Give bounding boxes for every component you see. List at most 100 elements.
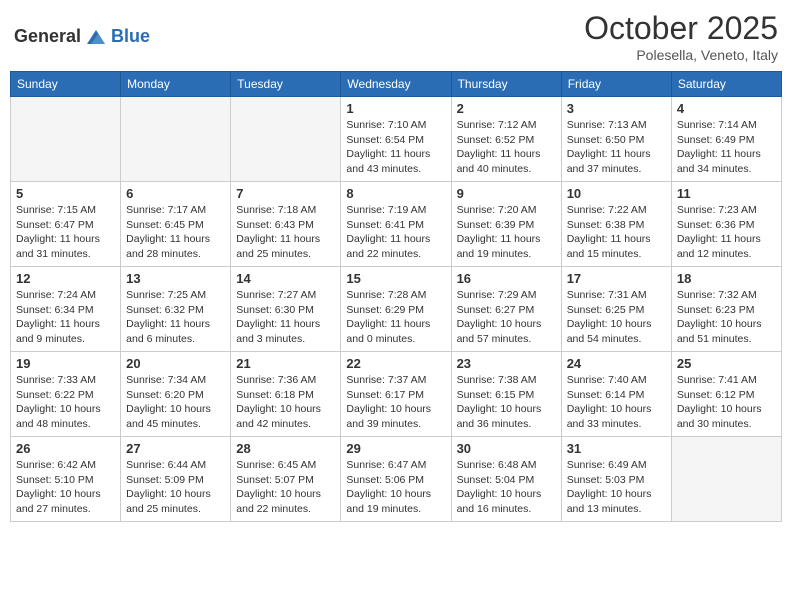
table-row: 18Sunrise: 7:32 AM Sunset: 6:23 PM Dayli… xyxy=(671,267,781,352)
col-thursday: Thursday xyxy=(451,72,561,97)
logo-general: General xyxy=(14,26,81,47)
day-info: Sunrise: 7:38 AM Sunset: 6:15 PM Dayligh… xyxy=(457,373,556,432)
day-info: Sunrise: 6:47 AM Sunset: 5:06 PM Dayligh… xyxy=(346,458,445,517)
day-number: 28 xyxy=(236,441,335,456)
calendar-title: October 2025 xyxy=(584,10,778,47)
day-info: Sunrise: 7:24 AM Sunset: 6:34 PM Dayligh… xyxy=(16,288,115,347)
calendar-week-row: 1 Sunrise: 7:10 AM Sunset: 6:54 PM Daylig… xyxy=(11,97,782,182)
day-info: Sunrise: 6:42 AM Sunset: 5:10 PM Dayligh… xyxy=(16,458,115,517)
day-number: 1 xyxy=(346,101,445,116)
page-header: General Blue October 2025 Polesella, Ven… xyxy=(10,10,782,63)
day-info: Sunrise: 7:14 AM Sunset: 6:49 PM Dayligh… xyxy=(677,118,776,177)
col-friday: Friday xyxy=(561,72,671,97)
day-number: 19 xyxy=(16,356,115,371)
table-row: 2Sunrise: 7:12 AM Sunset: 6:52 PM Daylig… xyxy=(451,97,561,182)
calendar-week-row: 26 Sunrise: 6:42 AM Sunset: 5:10 PM Dayli… xyxy=(11,437,782,522)
day-number: 24 xyxy=(567,356,666,371)
day-info: Sunrise: 7:23 AM Sunset: 6:36 PM Dayligh… xyxy=(677,203,776,262)
day-number: 8 xyxy=(346,186,445,201)
title-block: October 2025 Polesella, Veneto, Italy xyxy=(584,10,778,63)
table-row: 5Sunrise: 7:15 AM Sunset: 6:47 PM Daylig… xyxy=(11,182,121,267)
day-number: 17 xyxy=(567,271,666,286)
day-info: Sunrise: 7:13 AM Sunset: 6:50 PM Dayligh… xyxy=(567,118,666,177)
table-row: 8 Sunrise: 7:19 AM Sunset: 6:41 PM Daylig… xyxy=(341,182,451,267)
day-number: 21 xyxy=(236,356,335,371)
day-info: Sunrise: 7:20 AM Sunset: 6:39 PM Dayligh… xyxy=(457,203,556,262)
day-info: Sunrise: 6:44 AM Sunset: 5:09 PM Dayligh… xyxy=(126,458,225,517)
table-row: 29 Sunrise: 6:47 AM Sunset: 5:06 PM Dayli… xyxy=(341,437,451,522)
table-row: 7 Sunrise: 7:18 AM Sunset: 6:43 PM Daylig… xyxy=(231,182,341,267)
logo: General Blue xyxy=(14,26,150,48)
calendar-week-row: 19 Sunrise: 7:33 AM Sunset: 6:22 PM Dayli… xyxy=(11,352,782,437)
table-row: 23Sunrise: 7:38 AM Sunset: 6:15 PM Dayli… xyxy=(451,352,561,437)
table-row xyxy=(11,97,121,182)
table-row: 11 Sunrise: 7:23 AM Sunset: 6:36 PM Dayli… xyxy=(671,182,781,267)
table-row: 9 Sunrise: 7:20 AM Sunset: 6:39 PM Daylig… xyxy=(451,182,561,267)
col-monday: Monday xyxy=(121,72,231,97)
table-row: 21Sunrise: 7:36 AM Sunset: 6:18 PM Dayli… xyxy=(231,352,341,437)
calendar-table: Sunday Monday Tuesday Wednesday Thursday… xyxy=(10,71,782,522)
day-number: 13 xyxy=(126,271,225,286)
day-info: Sunrise: 7:15 AM Sunset: 6:47 PM Dayligh… xyxy=(16,203,115,262)
table-row: 12 Sunrise: 7:24 AM Sunset: 6:34 PM Dayli… xyxy=(11,267,121,352)
calendar-week-row: 12 Sunrise: 7:24 AM Sunset: 6:34 PM Dayli… xyxy=(11,267,782,352)
table-row: 25Sunrise: 7:41 AM Sunset: 6:12 PM Dayli… xyxy=(671,352,781,437)
day-number: 31 xyxy=(567,441,666,456)
day-info: Sunrise: 7:19 AM Sunset: 6:41 PM Dayligh… xyxy=(346,203,445,262)
day-number: 29 xyxy=(346,441,445,456)
day-info: Sunrise: 7:18 AM Sunset: 6:43 PM Dayligh… xyxy=(236,203,335,262)
col-wednesday: Wednesday xyxy=(341,72,451,97)
days-header-row: Sunday Monday Tuesday Wednesday Thursday… xyxy=(11,72,782,97)
table-row: 28 Sunrise: 6:45 AM Sunset: 5:07 PM Dayli… xyxy=(231,437,341,522)
day-number: 3 xyxy=(567,101,666,116)
table-row: 19 Sunrise: 7:33 AM Sunset: 6:22 PM Dayli… xyxy=(11,352,121,437)
calendar-week-row: 5Sunrise: 7:15 AM Sunset: 6:47 PM Daylig… xyxy=(11,182,782,267)
day-number: 20 xyxy=(126,356,225,371)
table-row: 27Sunrise: 6:44 AM Sunset: 5:09 PM Dayli… xyxy=(121,437,231,522)
day-info: Sunrise: 7:37 AM Sunset: 6:17 PM Dayligh… xyxy=(346,373,445,432)
day-number: 10 xyxy=(567,186,666,201)
day-number: 26 xyxy=(16,441,115,456)
table-row: 3 Sunrise: 7:13 AM Sunset: 6:50 PM Daylig… xyxy=(561,97,671,182)
table-row: 24Sunrise: 7:40 AM Sunset: 6:14 PM Dayli… xyxy=(561,352,671,437)
day-number: 18 xyxy=(677,271,776,286)
table-row: 6 Sunrise: 7:17 AM Sunset: 6:45 PM Daylig… xyxy=(121,182,231,267)
table-row: 4Sunrise: 7:14 AM Sunset: 6:49 PM Daylig… xyxy=(671,97,781,182)
table-row: 17Sunrise: 7:31 AM Sunset: 6:25 PM Dayli… xyxy=(561,267,671,352)
table-row: 16Sunrise: 7:29 AM Sunset: 6:27 PM Dayli… xyxy=(451,267,561,352)
day-number: 12 xyxy=(16,271,115,286)
day-info: Sunrise: 7:27 AM Sunset: 6:30 PM Dayligh… xyxy=(236,288,335,347)
logo-icon xyxy=(85,26,107,48)
table-row: 15 Sunrise: 7:28 AM Sunset: 6:29 PM Dayli… xyxy=(341,267,451,352)
day-info: Sunrise: 7:22 AM Sunset: 6:38 PM Dayligh… xyxy=(567,203,666,262)
day-number: 22 xyxy=(346,356,445,371)
day-number: 7 xyxy=(236,186,335,201)
day-number: 14 xyxy=(236,271,335,286)
day-info: Sunrise: 7:25 AM Sunset: 6:32 PM Dayligh… xyxy=(126,288,225,347)
day-info: Sunrise: 7:28 AM Sunset: 6:29 PM Dayligh… xyxy=(346,288,445,347)
day-number: 11 xyxy=(677,186,776,201)
table-row: 31Sunrise: 6:49 AM Sunset: 5:03 PM Dayli… xyxy=(561,437,671,522)
col-saturday: Saturday xyxy=(671,72,781,97)
table-row: 13 Sunrise: 7:25 AM Sunset: 6:32 PM Dayli… xyxy=(121,267,231,352)
calendar-location: Polesella, Veneto, Italy xyxy=(584,47,778,63)
day-info: Sunrise: 7:41 AM Sunset: 6:12 PM Dayligh… xyxy=(677,373,776,432)
day-info: Sunrise: 7:10 AM Sunset: 6:54 PM Dayligh… xyxy=(346,118,445,177)
table-row xyxy=(671,437,781,522)
day-info: Sunrise: 7:34 AM Sunset: 6:20 PM Dayligh… xyxy=(126,373,225,432)
day-number: 16 xyxy=(457,271,556,286)
day-number: 9 xyxy=(457,186,556,201)
day-info: Sunrise: 7:33 AM Sunset: 6:22 PM Dayligh… xyxy=(16,373,115,432)
table-row: 20 Sunrise: 7:34 AM Sunset: 6:20 PM Dayli… xyxy=(121,352,231,437)
day-info: Sunrise: 6:48 AM Sunset: 5:04 PM Dayligh… xyxy=(457,458,556,517)
day-number: 15 xyxy=(346,271,445,286)
table-row: 30Sunrise: 6:48 AM Sunset: 5:04 PM Dayli… xyxy=(451,437,561,522)
col-tuesday: Tuesday xyxy=(231,72,341,97)
day-number: 6 xyxy=(126,186,225,201)
col-sunday: Sunday xyxy=(11,72,121,97)
day-info: Sunrise: 7:17 AM Sunset: 6:45 PM Dayligh… xyxy=(126,203,225,262)
day-info: Sunrise: 6:45 AM Sunset: 5:07 PM Dayligh… xyxy=(236,458,335,517)
table-row: 1 Sunrise: 7:10 AM Sunset: 6:54 PM Daylig… xyxy=(341,97,451,182)
table-row: 22 Sunrise: 7:37 AM Sunset: 6:17 PM Dayli… xyxy=(341,352,451,437)
table-row xyxy=(121,97,231,182)
